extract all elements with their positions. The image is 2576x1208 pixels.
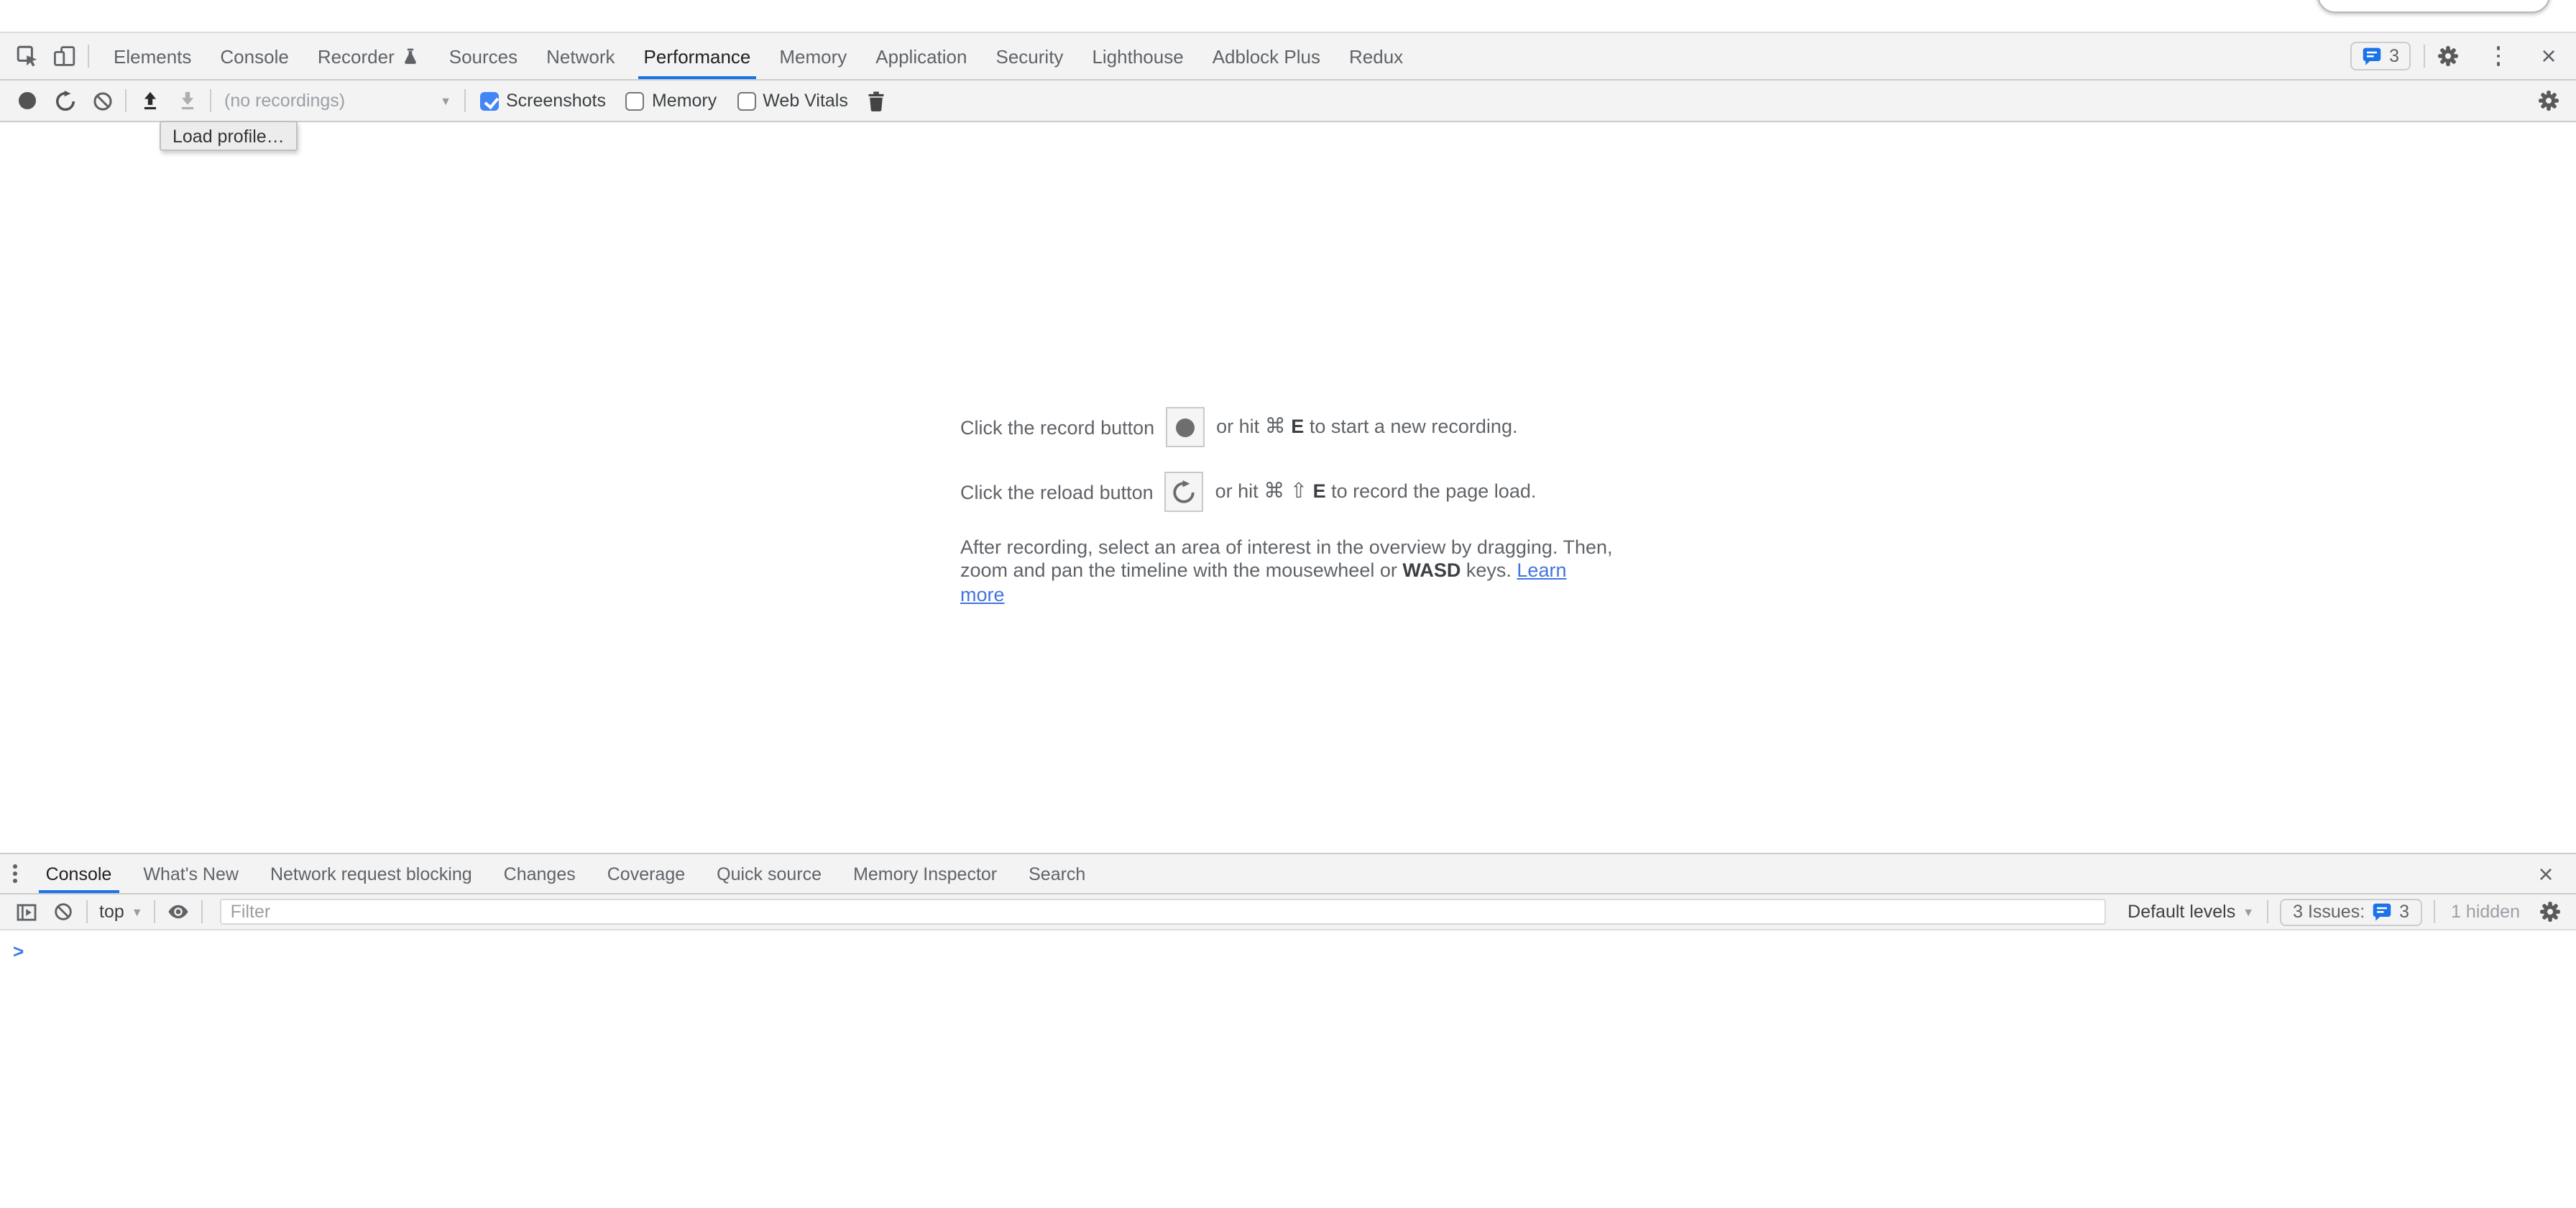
separator (155, 900, 156, 923)
separator (202, 900, 203, 923)
memory-checkbox[interactable]: Memory (626, 91, 717, 111)
recordings-select[interactable]: (no recordings) ▼ (216, 91, 460, 111)
performance-panel-body: Click the record button or hit ⌘ E to st… (0, 122, 2576, 853)
wasd-keys: WASD (1402, 560, 1460, 582)
clear-console-icon[interactable] (45, 894, 82, 929)
settings-gear-icon[interactable] (2429, 39, 2467, 73)
javascript-context-select[interactable]: top ▼ (92, 902, 150, 922)
drawer-tab-coverage[interactable]: Coverage (592, 854, 701, 893)
empty-state-instructions: Click the record button or hit ⌘ E to st… (960, 122, 1616, 608)
console-issues-button[interactable]: 3 Issues: 3 (2280, 898, 2422, 925)
record-button-illustration[interactable] (1166, 407, 1205, 447)
hidden-messages-count: 1 hidden (2439, 902, 2531, 922)
separator (210, 89, 211, 112)
capture-settings-gear-icon[interactable] (2530, 83, 2567, 118)
record-instruction-line: Click the record button or hit ⌘ E to st… (960, 407, 1616, 447)
console-prompt-chevron-icon: > (13, 941, 24, 962)
shift-key-symbol: ⇧ (1290, 480, 1307, 503)
console-settings-gear-icon[interactable] (2531, 894, 2569, 929)
checkbox-unchecked-icon (626, 91, 645, 110)
console-filter-input[interactable] (221, 899, 2107, 925)
checkbox-checked-icon (480, 91, 499, 110)
drawer-tab-quick-source[interactable]: Quick source (701, 854, 837, 893)
reload-button-illustration[interactable] (1165, 472, 1204, 512)
chevron-down-icon: ▼ (132, 905, 143, 918)
chevron-down-icon: ▼ (2242, 905, 2254, 918)
tab-console[interactable]: Console (206, 33, 303, 79)
drawer-tab-network-request-blocking[interactable]: Network request blocking (254, 854, 488, 893)
drawer-tab-memory-inspector[interactable]: Memory Inspector (837, 854, 1013, 893)
chevron-down-icon: ▼ (440, 94, 451, 107)
issues-badge[interactable]: 3 (2350, 42, 2411, 70)
tab-sources[interactable]: Sources (435, 33, 532, 79)
separator (2424, 45, 2425, 68)
chat-bubble-icon (2372, 902, 2392, 922)
load-profile-button[interactable] (131, 83, 168, 118)
reload-instruction-line: Click the reload button or hit ⌘ ⇧ E to … (960, 472, 1616, 512)
drawer-tab-whats-new[interactable]: What's New (127, 854, 254, 893)
drawer-tab-changes[interactable]: Changes (488, 854, 592, 893)
checkbox-unchecked-icon (737, 91, 755, 110)
record-button[interactable] (9, 83, 46, 118)
main-tabbar: Elements Console Recorder Sources Networ… (0, 32, 2576, 81)
console-toolbar: top ▼ Default levels ▼ 3 Issues: (0, 894, 2576, 930)
performance-toolbar: (no recordings) ▼ Screenshots Memory Web… (0, 81, 2576, 122)
separator (2434, 900, 2435, 923)
cutoff-popup (2317, 0, 2550, 13)
tab-security[interactable]: Security (982, 33, 1078, 79)
tab-application[interactable]: Application (861, 33, 981, 79)
load-profile-tooltip: Load profile… (160, 121, 298, 151)
screenshots-checkbox[interactable]: Screenshots (480, 91, 606, 111)
device-toolbar-icon[interactable] (46, 39, 83, 73)
drawer-tab-console[interactable]: Console (30, 854, 128, 893)
drawer-tab-search[interactable]: Search (1013, 854, 1101, 893)
separator (464, 89, 466, 112)
tab-elements[interactable]: Elements (99, 33, 206, 79)
close-devtools-icon[interactable]: × (2530, 39, 2567, 73)
cmd-key-symbol: ⌘ (1265, 416, 1286, 439)
tab-memory[interactable]: Memory (765, 33, 861, 79)
save-profile-button[interactable] (168, 83, 206, 118)
log-levels-select[interactable]: Default levels ▼ (2119, 902, 2263, 922)
tab-recorder[interactable]: Recorder (303, 33, 435, 79)
timeline-hint-text: After recording, select an area of inter… (960, 536, 1616, 608)
console-prompt-row[interactable]: > (0, 930, 2576, 965)
tab-lighthouse[interactable]: Lighthouse (1077, 33, 1197, 79)
issues-count: 3 (2389, 46, 2399, 66)
trash-icon[interactable] (858, 83, 896, 118)
drawer-more-tools-kebab-icon[interactable] (0, 854, 30, 893)
page-top-strip (0, 0, 2576, 32)
e-key-symbol: E (1313, 480, 1326, 502)
live-expression-eye-icon[interactable] (160, 894, 198, 929)
cmd-key-symbol: ⌘ (1264, 480, 1284, 503)
console-messages-area[interactable]: > (0, 930, 2576, 1208)
console-issues-count: 3 (2399, 902, 2409, 922)
e-key-symbol: E (1291, 416, 1304, 437)
separator (125, 89, 126, 112)
close-drawer-icon[interactable]: × (2527, 856, 2564, 891)
reload-record-button[interactable] (46, 83, 83, 118)
tab-network[interactable]: Network (532, 33, 629, 79)
separator (2267, 900, 2268, 923)
separator (86, 900, 88, 923)
clear-recordings-icon[interactable] (83, 83, 121, 118)
show-console-sidebar-icon[interactable] (7, 894, 45, 929)
more-options-kebab-icon[interactable] (2467, 39, 2530, 73)
tab-redux[interactable]: Redux (1335, 33, 1417, 79)
inspect-element-icon[interactable] (9, 39, 46, 73)
web-vitals-checkbox[interactable]: Web Vitals (737, 91, 848, 111)
separator (88, 45, 89, 68)
drawer-tabbar: Console What's New Network request block… (0, 853, 2576, 894)
experiment-flask-icon (402, 47, 420, 65)
tab-performance[interactable]: Performance (630, 33, 765, 79)
devtools-window: Elements Console Recorder Sources Networ… (0, 0, 2576, 1207)
tab-adblock-plus[interactable]: Adblock Plus (1198, 33, 1335, 79)
chat-bubble-icon (2362, 46, 2382, 66)
